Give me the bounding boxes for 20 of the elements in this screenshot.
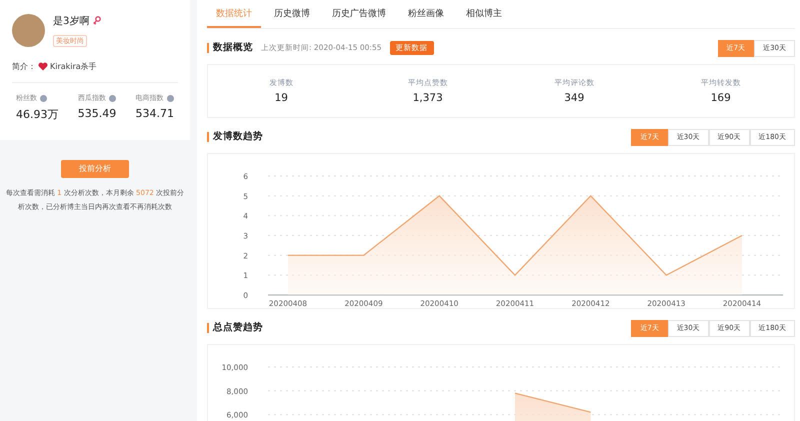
metric-value: 1,373	[412, 92, 444, 104]
gender-icon	[93, 16, 102, 26]
tab[interactable]: 历史广告微博	[323, 0, 395, 28]
tab[interactable]: 相似博主	[457, 0, 511, 28]
bio-text: Kirakira杀手	[50, 61, 97, 72]
section-title: 数据概览	[207, 43, 253, 53]
heart-icon	[38, 62, 48, 71]
tab[interactable]: 历史微博	[265, 0, 319, 28]
tab[interactable]: 粉丝画像	[399, 0, 453, 28]
stat-value: 46.93万	[16, 107, 58, 122]
metric-value: 349	[563, 92, 586, 104]
stat-value: 535.49	[78, 107, 116, 120]
metric-value: 19	[274, 92, 289, 104]
bio-label: 简介：	[12, 61, 36, 72]
metric-value: 169	[710, 92, 732, 104]
section-title: 发博数趋势	[207, 132, 263, 142]
stat-value: 534.71	[136, 107, 174, 120]
profile-name: 是3岁啊	[53, 14, 90, 28]
section-title: 总点赞趋势	[207, 323, 263, 333]
avatar-photo	[12, 14, 45, 47]
